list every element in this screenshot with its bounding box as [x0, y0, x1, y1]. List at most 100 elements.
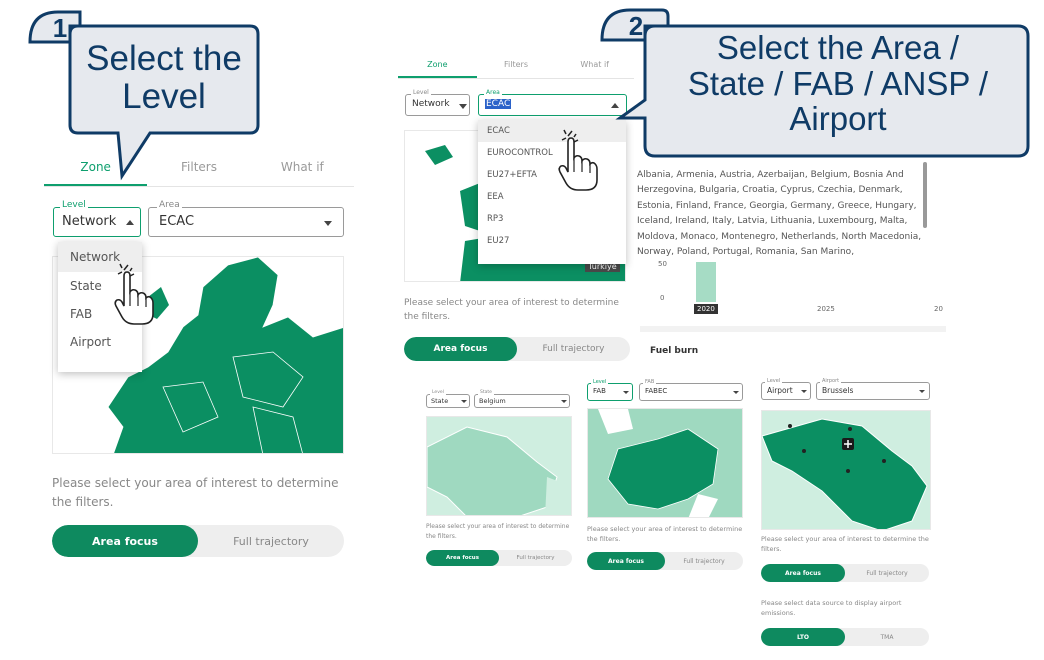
- area-select-label: Area: [484, 89, 502, 96]
- area-select-label: Area: [157, 200, 182, 210]
- left-panel: Zone Filters What if Level Network Area …: [44, 148, 354, 572]
- source-description: Please select data source to display air…: [761, 599, 902, 618]
- full-trajectory-option[interactable]: Full trajectory: [198, 525, 344, 557]
- area-focus-option[interactable]: Area focus: [761, 564, 845, 582]
- trajectory-toggle: Area focus Full trajectory: [404, 337, 630, 361]
- tab-what-if[interactable]: What if: [555, 52, 634, 78]
- tma-option[interactable]: TMA: [845, 628, 929, 646]
- area-option-eu27[interactable]: EU27: [478, 230, 626, 252]
- chart-divider: [640, 326, 946, 332]
- chart-y-tick-50: 50: [658, 260, 667, 268]
- area-dropdown-menu: ECAC EUROCONTROL EU27+EFTA EEA RP3 EU27: [478, 120, 626, 264]
- state-select-label: State: [478, 390, 494, 395]
- full-trajectory-option[interactable]: Full trajectory: [665, 552, 743, 570]
- callout-1-line-2: Level: [122, 76, 206, 116]
- trajectory-toggle: Area focus Full trajectory: [761, 564, 929, 582]
- level-select-label: Level: [411, 89, 431, 96]
- area-option-ecac[interactable]: ECAC: [478, 120, 626, 142]
- area-focus-option[interactable]: Area focus: [426, 550, 499, 566]
- airport-map[interactable]: [761, 410, 931, 530]
- level-select-value: Network: [62, 214, 117, 229]
- level-option-airport[interactable]: Airport: [58, 328, 142, 356]
- caret-down-icon: [561, 400, 567, 403]
- caret-down-icon: [623, 391, 629, 394]
- caret-down-icon: [801, 390, 807, 393]
- trajectory-toggle: Area focus Full trajectory: [52, 525, 344, 557]
- level-select-value: Airport: [767, 386, 793, 395]
- belgium-map[interactable]: [426, 416, 572, 516]
- area-select-value[interactable]: ECAC: [485, 99, 512, 109]
- full-trajectory-option[interactable]: Full trajectory: [517, 337, 630, 361]
- airport-select-value: Brussels: [822, 386, 854, 395]
- fab-select[interactable]: FAB FABEC: [639, 379, 743, 401]
- data-source-toggle: LTO TMA: [761, 628, 929, 646]
- tab-divider: [398, 78, 634, 79]
- area-focus-option[interactable]: Area focus: [404, 337, 517, 361]
- level-select[interactable]: Level Airport: [761, 378, 811, 400]
- full-trajectory-option[interactable]: Full trajectory: [499, 550, 572, 566]
- chart-bar-2020: [696, 262, 716, 302]
- tab-filters[interactable]: Filters: [477, 52, 556, 78]
- tab-zone[interactable]: Zone: [44, 148, 148, 186]
- level-select[interactable]: Level Network: [405, 89, 470, 116]
- tab-filters[interactable]: Filters: [147, 148, 250, 186]
- level-select-value: State: [431, 397, 449, 405]
- caret-down-icon: [461, 400, 467, 403]
- fabec-map-shape: [588, 409, 742, 517]
- state-panel: Level State State Belgium Please select …: [422, 382, 574, 572]
- fab-select-label: FAB: [643, 379, 657, 385]
- callout-2-line-3: Airport: [789, 100, 887, 138]
- level-select-label: Level: [430, 390, 446, 395]
- fuel-burn-title: Fuel burn: [650, 346, 699, 356]
- chart-x-tick-2020: 2020: [694, 304, 718, 314]
- area-select[interactable]: Area ECAC: [148, 200, 344, 237]
- airport-map-shape: [762, 418, 928, 529]
- area-option-rp3[interactable]: RP3: [478, 208, 626, 230]
- level-select-value: FAB: [593, 387, 606, 395]
- step-2-number: 2: [628, 11, 644, 41]
- full-trajectory-option[interactable]: Full trajectory: [845, 564, 929, 582]
- trajectory-toggle: Area focus Full trajectory: [426, 550, 572, 566]
- level-select-label: Level: [60, 200, 88, 210]
- caret-down-icon: [459, 104, 467, 109]
- area-select[interactable]: Area ECAC: [478, 89, 627, 116]
- caret-down-icon: [919, 390, 925, 393]
- fabec-map[interactable]: [587, 408, 743, 518]
- tab-divider: [44, 186, 354, 187]
- area-focus-option[interactable]: Area focus: [52, 525, 198, 557]
- level-select-label: Level: [765, 378, 783, 384]
- belgium-map-shape: [427, 426, 571, 515]
- level-select-value: Network: [412, 99, 450, 109]
- tab-what-if[interactable]: What if: [251, 148, 354, 186]
- states-info-panel: Albania, Armenia, Austria, Azerbaijan, B…: [634, 162, 946, 362]
- level-select[interactable]: Level Network: [53, 200, 141, 237]
- level-select[interactable]: Level State: [426, 390, 470, 408]
- area-description: Please select your area of interest to d…: [52, 476, 339, 510]
- caret-down-icon: [324, 221, 332, 226]
- lto-option[interactable]: LTO: [761, 628, 845, 646]
- callout-2-line-1: Select the Area /: [716, 29, 960, 66]
- tab-zone[interactable]: Zone: [398, 52, 477, 78]
- tab-bar: Zone Filters What if: [44, 148, 354, 186]
- callout-1-line-1: Select the: [86, 39, 242, 78]
- callout-1-text: Select the Level: [72, 40, 256, 116]
- area-select-value: ECAC: [159, 214, 195, 229]
- fab-select-value: FABEC: [645, 387, 668, 395]
- area-focus-option[interactable]: Area focus: [587, 552, 665, 570]
- states-scrollbar[interactable]: [923, 162, 927, 228]
- chart-y-tick-0: 0: [660, 294, 665, 302]
- area-option-eu27-efta[interactable]: EU27+EFTA: [478, 164, 626, 186]
- area-option-eurocontrol[interactable]: EUROCONTROL: [478, 142, 626, 164]
- airport-select[interactable]: Airport Brussels: [816, 378, 930, 400]
- level-select[interactable]: Level FAB: [587, 379, 633, 401]
- area-option-eea[interactable]: EEA: [478, 186, 626, 208]
- hand-cursor-icon: [112, 262, 156, 330]
- top-panel: Zone Filters What if Level Network Area …: [398, 52, 634, 366]
- caret-down-icon: [733, 391, 739, 394]
- trajectory-toggle: Area focus Full trajectory: [587, 552, 743, 570]
- level-select-label: Level: [591, 379, 609, 385]
- hand-cursor-icon: [556, 128, 600, 196]
- state-select[interactable]: State Belgium: [474, 390, 570, 408]
- callout-2-line-2: State / FAB / ANSP /: [687, 64, 989, 102]
- area-description: Please select your area of interest to d…: [761, 535, 929, 554]
